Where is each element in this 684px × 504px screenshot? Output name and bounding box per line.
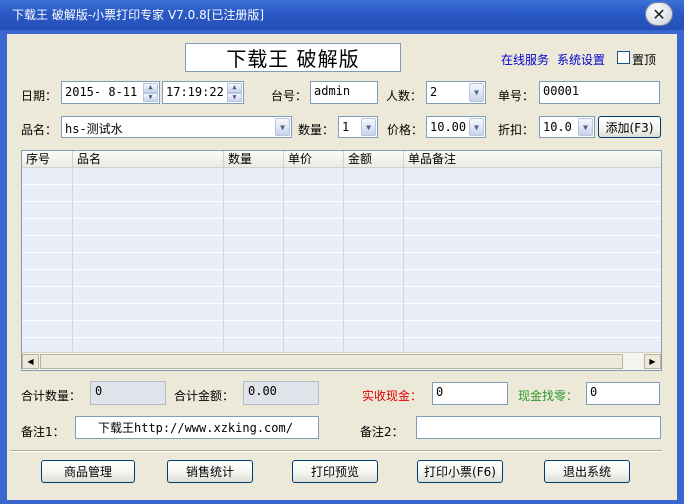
title-bar: 下载王 破解版-小票打印专家 V7.0.8[已注册版] [0, 0, 684, 30]
horizontal-scrollbar[interactable]: ◀ ▶ [22, 352, 661, 370]
products-button[interactable]: 商品管理 [41, 460, 135, 483]
qty-value: 1 [342, 120, 350, 134]
qty-select[interactable]: 1 ▼ [338, 116, 378, 138]
total-amount-value: 0.00 [243, 381, 319, 405]
cash-received-label: 实收现金： [362, 389, 423, 403]
price-select[interactable]: 10.00 ▼ [426, 116, 486, 138]
time-value: 17:19:22 [166, 85, 224, 99]
add-button[interactable]: 添加(F3) [598, 116, 661, 138]
order-no-input[interactable]: 00001 [539, 81, 660, 104]
close-button[interactable]: ✕ [645, 2, 673, 26]
date-label: 日期： [21, 89, 58, 103]
online-service-link[interactable]: 在线服务 [501, 51, 549, 68]
close-icon: ✕ [652, 4, 666, 24]
order-no-label: 单号： [498, 89, 535, 103]
arrow-left-icon[interactable]: ◀ [22, 354, 39, 369]
total-amount-label: 合计金额： [174, 389, 235, 403]
exit-button[interactable]: 退出系统 [544, 460, 630, 483]
register-input[interactable]: admin [310, 81, 378, 104]
discount-select[interactable]: 10.0 ▼ [539, 116, 595, 138]
system-settings-link[interactable]: 系统设置 [557, 51, 605, 68]
sales-stats-button[interactable]: 销售统计 [167, 460, 253, 483]
register-label: 台号： [271, 89, 308, 103]
product-select[interactable]: hs-测试水 ▼ [61, 116, 292, 138]
note2-input[interactable] [416, 416, 661, 439]
table-body [22, 168, 661, 352]
print-preview-button[interactable]: 打印预览 [292, 460, 378, 483]
note1-label: 备注1： [21, 425, 65, 439]
items-table[interactable]: 序号 品名 数量 单价 金额 单品备注 ◀ ▶ [21, 150, 662, 371]
banner-title: 下载王 破解版 [185, 43, 401, 72]
column-header[interactable]: 序号 [22, 151, 73, 168]
arrow-right-icon[interactable]: ▶ [644, 354, 661, 369]
cash-received-input[interactable]: 0 [432, 382, 508, 405]
price-label: 价格： [387, 123, 424, 137]
date-picker[interactable]: 2015- 8-11 ▲ ▼ [61, 81, 160, 104]
column-header[interactable]: 单价 [284, 151, 344, 168]
date-value: 2015- 8-11 [65, 85, 138, 99]
discount-value: 10.0 [543, 120, 572, 134]
spin-up-down-icon[interactable]: ▲ ▼ [143, 83, 158, 102]
product-value: hs-测试水 [65, 122, 123, 136]
discount-label: 折扣： [498, 123, 535, 137]
chevron-down-icon[interactable]: ▼ [361, 118, 376, 136]
print-receipt-button[interactable]: 打印小票(F6) [417, 460, 503, 483]
pin-top-label: 置顶 [632, 53, 657, 67]
column-header[interactable]: 品名 [73, 151, 224, 168]
people-value: 2 [430, 85, 438, 99]
price-value: 10.00 [430, 120, 467, 134]
product-label: 品名： [21, 123, 58, 137]
people-label: 人数： [386, 89, 423, 103]
chevron-down-icon[interactable]: ▼ [578, 118, 593, 136]
scroll-thumb[interactable] [40, 354, 623, 369]
people-select[interactable]: 2 ▼ [426, 81, 486, 104]
total-qty-label: 合计数量： [21, 389, 82, 403]
chevron-down-icon[interactable]: ▼ [275, 118, 290, 136]
divider [11, 450, 662, 452]
table-header: 序号 品名 数量 单价 金额 单品备注 [22, 151, 661, 168]
total-qty-value: 0 [90, 381, 166, 405]
time-picker[interactable]: 17:19:22 ▲ ▼ [162, 81, 244, 104]
note1-input[interactable]: 下载王http://www.xzking.com/ [75, 416, 319, 439]
note2-label: 备注2： [360, 425, 404, 439]
chevron-down-icon[interactable]: ▼ [469, 118, 484, 136]
change-input[interactable]: 0 [586, 382, 660, 405]
column-header[interactable]: 单品备注 [404, 151, 661, 168]
window-title: 下载王 破解版-小票打印专家 V7.0.8[已注册版] [12, 8, 265, 22]
qty-label: 数量： [298, 123, 335, 137]
spin-up-down-icon[interactable]: ▲ ▼ [227, 83, 242, 102]
pin-top-checkbox[interactable] [617, 51, 630, 64]
chevron-down-icon[interactable]: ▼ [469, 83, 484, 102]
column-header[interactable]: 数量 [224, 151, 284, 168]
change-label: 现金找零： [518, 389, 579, 403]
column-header[interactable]: 金额 [344, 151, 404, 168]
